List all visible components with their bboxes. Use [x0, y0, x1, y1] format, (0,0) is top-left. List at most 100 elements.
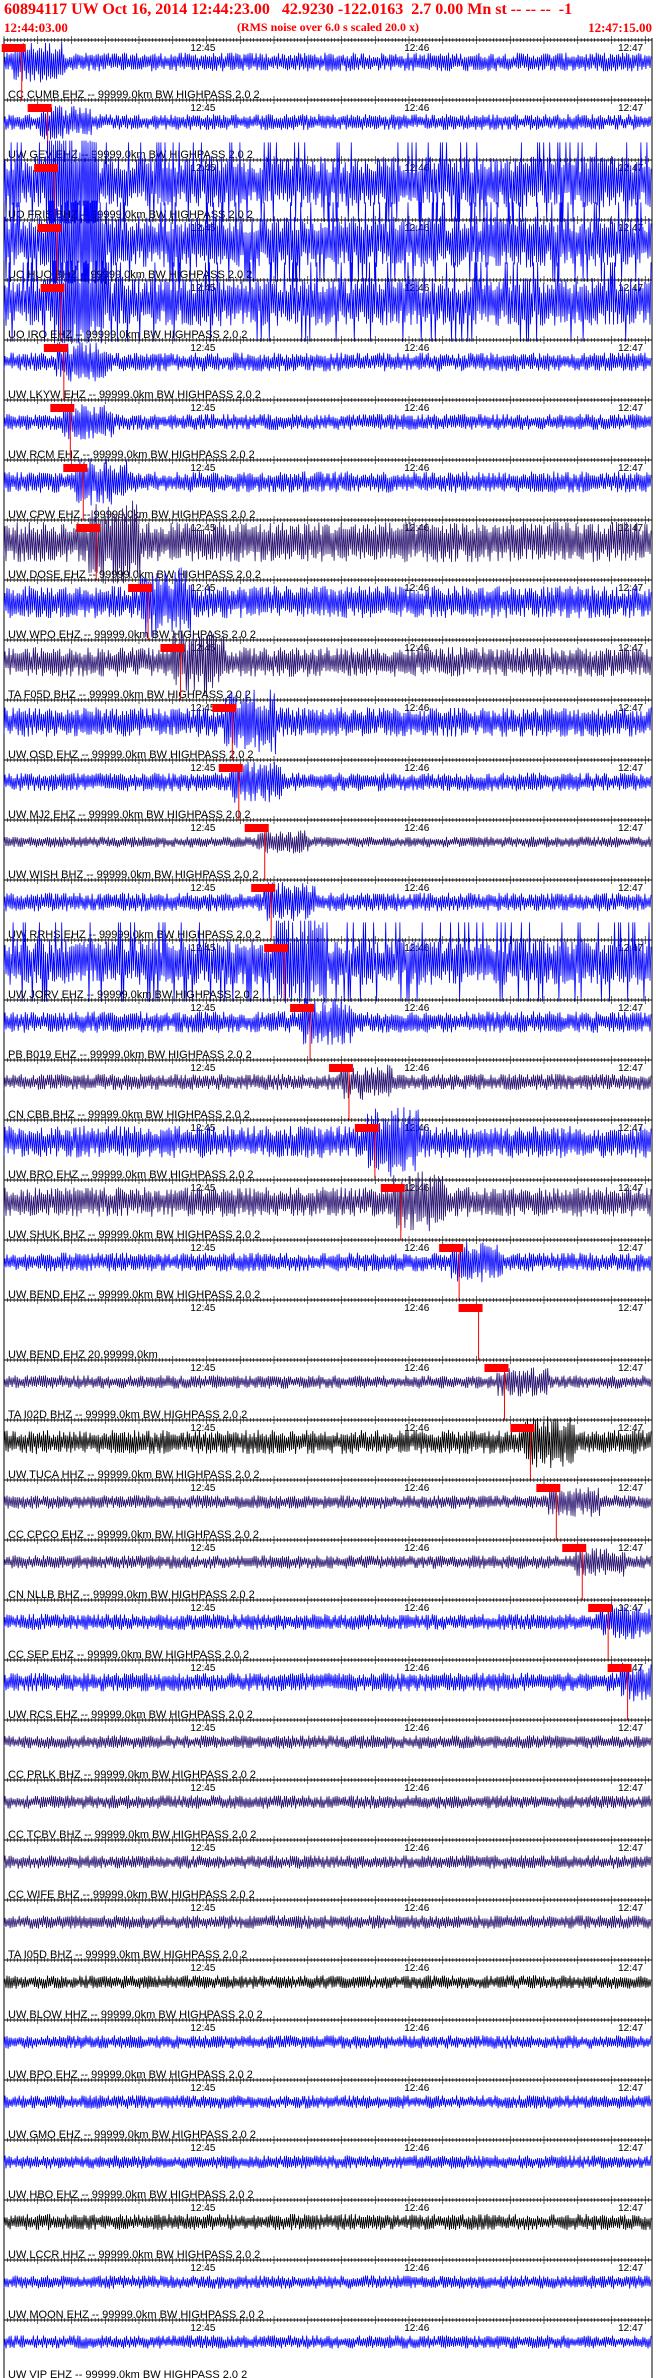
minute-label: 12:45 — [190, 1063, 215, 1074]
minute-label: 12:47 — [618, 403, 643, 414]
pick-marker — [43, 344, 68, 352]
station-label: UW BEND EHZ -- 99999.0km BW HIGHPASS 2.0… — [8, 1289, 260, 1301]
minute-label: 12:47 — [618, 1423, 643, 1434]
waveform — [3, 41, 652, 83]
pick-marker — [63, 464, 88, 472]
waveform — [3, 1367, 652, 1397]
trace-row: 12:45 12:46 12:47 UW BEND EHZ 20.99999.0km — [3, 1296, 653, 1361]
pick-marker — [76, 524, 101, 532]
minute-label: 12:47 — [618, 1243, 643, 1254]
minute-label: 12:45 — [190, 763, 215, 774]
pick-marker — [160, 644, 185, 652]
pick-marker — [128, 584, 153, 592]
waveform — [3, 830, 652, 854]
station-label: CC CUMB EHZ -- 99999.0km BW HIGHPASS 2.0… — [8, 89, 260, 101]
minute-label: 12:47 — [618, 643, 643, 654]
minute-label: 12:47 — [618, 763, 643, 774]
waveform — [3, 761, 652, 803]
minute-label: 12:45 — [190, 103, 215, 114]
station-label: UW LKYW EHZ -- 99999.0km BW HIGHPASS 2.0… — [8, 389, 261, 401]
minute-label: 12:46 — [404, 103, 429, 114]
minute-label: 12:45 — [190, 403, 215, 414]
station-label: UW CPW EHZ -- 99999.0km BW HIGHPASS 2.0 … — [8, 509, 255, 521]
minute-label: 12:45 — [190, 583, 215, 594]
minute-label: 12:45 — [190, 883, 215, 894]
minute-label: 12:47 — [618, 43, 643, 54]
trace-row: 12:45 12:46 12:47TA F05D BHZ -- 99999.0km … — [3, 631, 653, 701]
minute-label: 12:46 — [404, 1363, 429, 1374]
minute-label: 12:45 — [190, 43, 215, 54]
minute-label: 12:46 — [404, 43, 429, 54]
waveform — [3, 1416, 652, 1469]
station-label: UW BEND EHZ 20.99999.0km — [8, 1349, 158, 1361]
waveform — [3, 404, 652, 440]
station-label: UO IRO EHZ -- 99999.0km BW HIGHPASS 2.0 … — [8, 329, 247, 341]
trace-row: 12:45 12:46 12:47CN CBB BHZ -- 99999.0km B… — [3, 1056, 653, 1121]
minute-label: 12:45 — [190, 1303, 215, 1314]
trace-row: 12:45 12:46 12:47PB B019 EHZ -- 99999.0km … — [3, 996, 653, 1061]
minute-label: 12:45 — [190, 343, 215, 354]
minute-label: 12:47 — [618, 343, 643, 354]
trace-row: 12:45 12:46 12:47UW SHUK BHZ -- 99999.0km … — [3, 1171, 653, 1241]
minute-label: 12:47 — [618, 703, 643, 714]
waveform — [3, 1064, 652, 1100]
pick-marker — [484, 1364, 509, 1372]
minute-label: 12:45 — [190, 463, 215, 474]
seismogram-plot: 12:45 12:46 12:47 CC CUMB EHZ -- 99999.0km … — [1, 36, 653, 2378]
pick-marker — [328, 1064, 353, 1072]
pick-marker — [37, 224, 62, 232]
trace-row: 12:45 12:46 12:47 TA I02D BHZ -- 99999.0km … — [3, 1356, 653, 1421]
minute-label: 12:45 — [190, 1003, 215, 1014]
minute-label: 12:47 — [618, 463, 643, 474]
waveform — [3, 105, 652, 140]
pick-marker — [380, 1184, 405, 1192]
minute-label: 12:45 — [190, 1243, 215, 1254]
trace-row: 12:45 12:46 12:47UW GEV EHZ -- 99999.0km B… — [3, 96, 653, 161]
minute-label: 12:46 — [404, 1003, 429, 1014]
waveform — [3, 458, 652, 506]
pick-marker — [458, 1304, 483, 1312]
minute-label: 12:47 — [618, 1363, 643, 1374]
pick-marker — [244, 824, 269, 832]
pick-marker — [354, 1124, 379, 1132]
minute-label: 12:47 — [618, 883, 643, 894]
minute-label: 12:47 — [618, 823, 643, 834]
waveform — [3, 1241, 652, 1283]
pick-marker — [264, 944, 289, 952]
station-label: UW DOSE EHZ -- 99999.0km BW HIGHPASS 2.0… — [8, 569, 261, 581]
station-label: UW RCM EHZ -- 99999.0km BW HIGHPASS 2.0 … — [8, 449, 255, 461]
minute-label: 12:46 — [404, 883, 429, 894]
station-label: UW JORV EHZ -- 99999.0km BW HIGHPASS 2.0… — [8, 989, 259, 1001]
minute-label: 12:45 — [190, 1423, 215, 1434]
station-label: UW WISH BHZ -- 99999.0km BW HIGHPASS 2.0… — [8, 869, 258, 881]
trace-row: 12:45 12:46 12:47UW TUCA HHZ -- 99999.0km … — [3, 1416, 653, 1481]
trace-row: 12:45 12:46 12:47UW OSD EHZ -- 99999.0km B… — [3, 689, 653, 761]
waveform — [3, 998, 652, 1045]
trace-row: 12:45 12:46 12:47 CC CUMB EHZ -- 99999.0km … — [1, 36, 653, 101]
minute-label: 12:47 — [618, 1003, 643, 1014]
pick-marker — [1, 44, 26, 52]
pick-marker — [510, 1424, 535, 1432]
pick-marker — [218, 764, 243, 772]
station-label: UW TUCA HHZ -- 99999.0km BW HIGHPASS 2.0… — [8, 1469, 259, 1481]
pick-marker — [34, 164, 59, 172]
trace-row: 12:45 12:46 12:47 UW WISH BHZ -- 99999.0km … — [3, 816, 653, 881]
minute-label: 12:46 — [404, 1243, 429, 1254]
trace-row: 12:45 12:46 12:47UW MJ2 EHZ -- 99999.0km B… — [3, 756, 653, 821]
pick-marker — [290, 1004, 315, 1012]
minute-label: 12:46 — [404, 763, 429, 774]
minute-label: 12:47 — [618, 583, 643, 594]
pick-marker — [439, 1244, 464, 1252]
trace-row: 12:45 12:46 12:47 UW LKYW EHZ -- 99999.0km … — [3, 336, 653, 401]
pick-marker — [212, 704, 237, 712]
trace-row: 12:45 12:46 12:47 UW BEND EHZ -- 99999.0km … — [3, 1236, 653, 1301]
minute-label: 12:46 — [404, 823, 429, 834]
minute-label: 12:46 — [404, 1063, 429, 1074]
minute-label: 12:46 — [404, 1303, 429, 1314]
minute-label: 12:47 — [618, 103, 643, 114]
minute-label: 12:46 — [404, 403, 429, 414]
pick-marker — [251, 884, 276, 892]
pick-marker — [27, 104, 52, 112]
station-label: TA I02D BHZ -- 99999.0km BW HIGHPASS 2.0… — [8, 1409, 247, 1421]
waveform — [3, 341, 652, 382]
